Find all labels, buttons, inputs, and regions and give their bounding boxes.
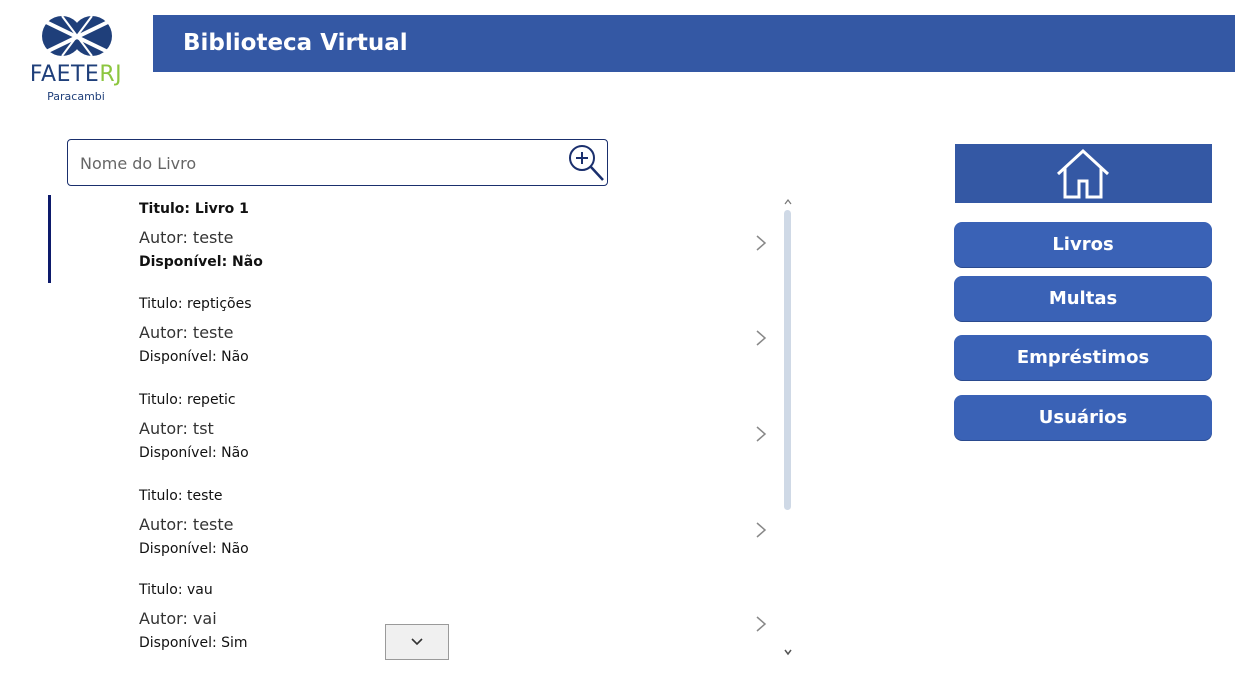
logo-brand-accent: RJ [99, 62, 123, 87]
book-availability: Disponível: Sim [139, 635, 248, 651]
chevron-right-icon[interactable] [754, 233, 768, 253]
scroll-down-icon[interactable] [783, 648, 793, 656]
multas-button[interactable]: Multas [954, 276, 1212, 321]
emprestimos-button[interactable]: Empréstimos [954, 335, 1212, 380]
chevron-down-icon [411, 638, 423, 646]
book-title: Titulo: teste [139, 488, 223, 504]
logo-subtitle: Paracambi [47, 90, 105, 103]
book-author: Autor: vai [139, 609, 217, 628]
search-box [67, 139, 608, 186]
chevron-right-icon[interactable] [754, 520, 768, 540]
book-title: Titulo: Livro 1 [139, 201, 249, 217]
chevron-right-icon[interactable] [754, 424, 768, 444]
book-item[interactable]: Titulo: Livro 1 Autor: teste Disponível:… [48, 195, 778, 289]
chevron-right-icon[interactable] [754, 614, 768, 634]
zoom-in-search-icon[interactable] [567, 142, 607, 184]
book-author: Autor: tst [139, 419, 214, 438]
home-button[interactable] [955, 144, 1212, 203]
book-author: Autor: teste [139, 323, 234, 342]
chevron-right-icon[interactable] [754, 328, 768, 348]
book-title: Titulo: reptições [139, 296, 252, 312]
logo-brand-main: FAETE [29, 62, 100, 87]
book-author: Autor: teste [139, 228, 234, 247]
expand-more-button[interactable] [385, 624, 449, 660]
books-gallery: Titulo: Livro 1 Autor: teste Disponível:… [48, 195, 798, 665]
book-item[interactable]: Titulo: reptições Autor: teste Disponíve… [48, 290, 778, 384]
home-icon [1056, 148, 1110, 199]
book-availability: Disponível: Não [139, 349, 249, 365]
app-header: Biblioteca Virtual [153, 15, 1235, 72]
book-item[interactable]: Titulo: teste Autor: teste Disponível: N… [48, 482, 778, 576]
logo-mark-icon [42, 15, 112, 57]
search-input[interactable] [78, 150, 562, 176]
book-availability: Disponível: Não [139, 445, 249, 461]
book-title: Titulo: repetic [139, 392, 236, 408]
book-availability: Disponível: Não [139, 541, 249, 557]
scroll-up-icon[interactable] [783, 198, 793, 206]
scrollbar-thumb[interactable] [784, 210, 791, 510]
usuarios-button[interactable]: Usuários [954, 395, 1212, 440]
book-title: Titulo: vau [139, 582, 213, 598]
gallery-scrollbar[interactable] [783, 198, 795, 658]
book-author: Autor: teste [139, 515, 234, 534]
book-item[interactable]: Titulo: repetic Autor: tst Disponível: N… [48, 386, 778, 480]
logo-brand: FAETERJ [26, 62, 126, 87]
livros-button[interactable]: Livros [954, 222, 1212, 267]
page-title: Biblioteca Virtual [183, 30, 408, 56]
book-availability: Disponível: Não [139, 254, 263, 270]
faeterj-logo: FAETERJ Paracambi [26, 12, 136, 107]
